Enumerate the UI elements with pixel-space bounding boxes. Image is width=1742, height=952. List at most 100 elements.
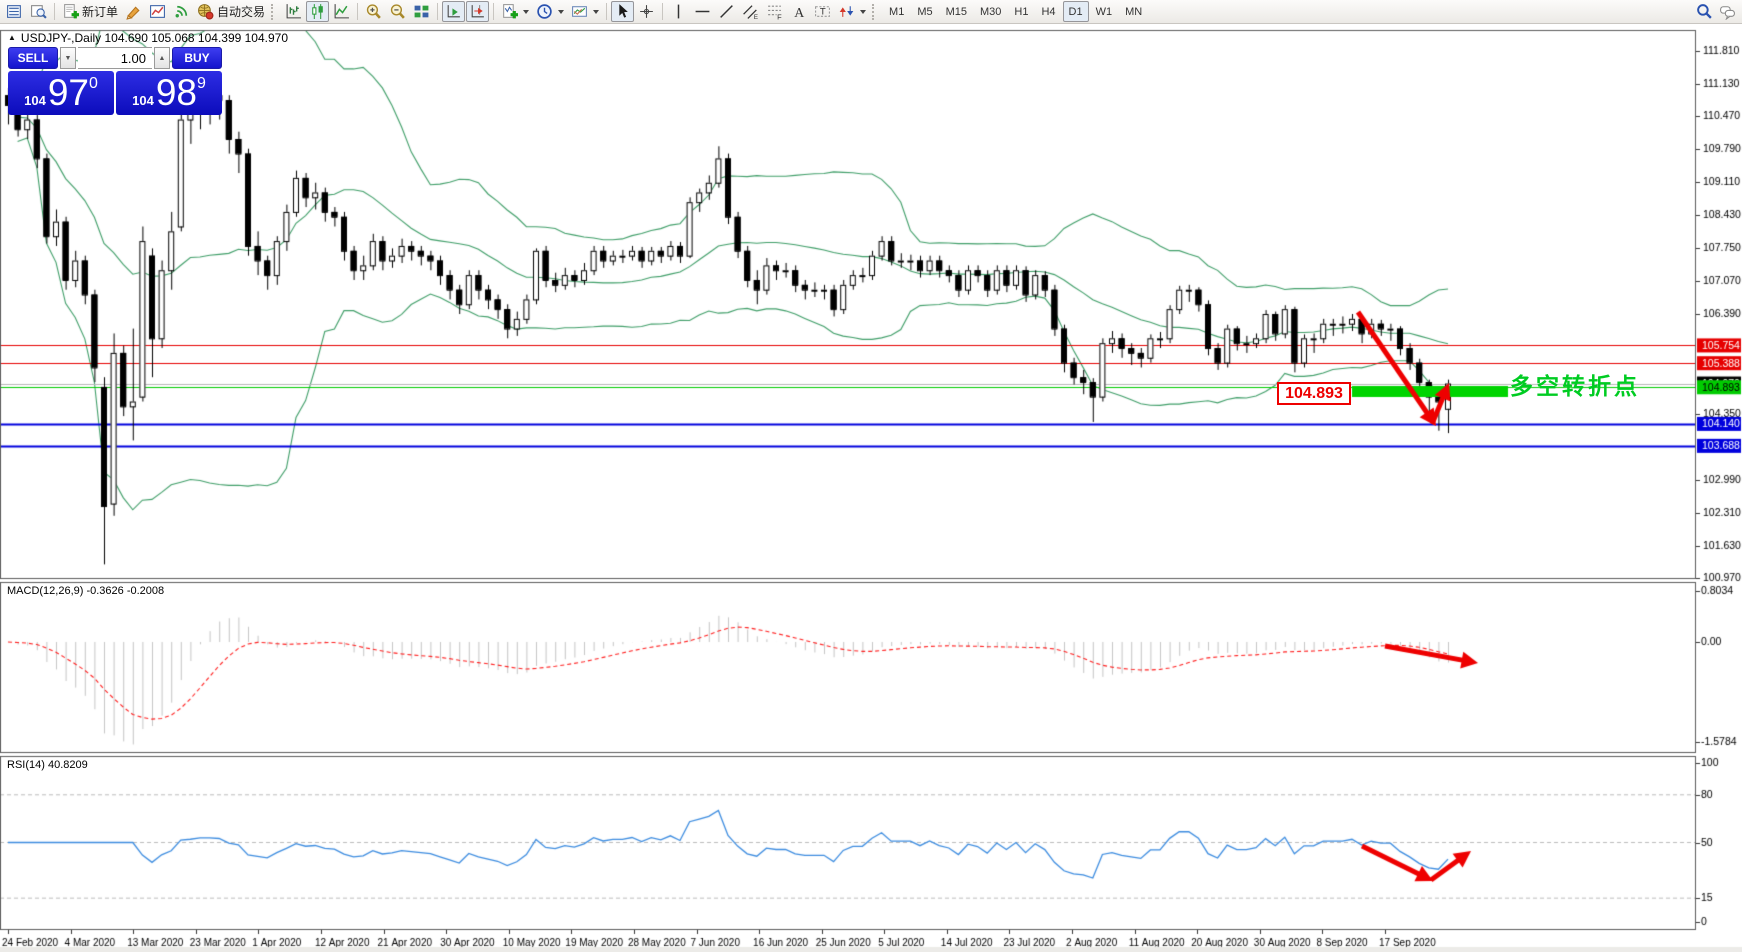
toolbar-separator	[54, 3, 55, 20]
buy-price-button[interactable]: 104 98 9	[116, 71, 222, 115]
indicators-button[interactable]	[498, 1, 532, 22]
signals-button[interactable]	[170, 1, 193, 22]
dropdown-arrow-icon	[558, 10, 564, 14]
turning-point-annotation[interactable]: 多空转折点	[1510, 367, 1640, 401]
vertical-line-button[interactable]	[667, 1, 690, 22]
data-window-icon	[30, 3, 47, 20]
market-watch-icon	[6, 3, 23, 20]
market-watch-button[interactable]	[3, 1, 26, 22]
timeframe-w1-button[interactable]: W1	[1090, 1, 1119, 22]
zoom-in-icon	[365, 3, 382, 20]
toolbar-grip[interactable]	[872, 4, 878, 20]
bid-integer: 104	[24, 93, 46, 108]
one-click-trading-panel: SELL ▼ ▲ BUY 104 97 0 104 98 9	[8, 47, 222, 115]
equidistant-channel-button[interactable]: E	[739, 1, 762, 22]
timeframe-d1-button[interactable]: D1	[1063, 1, 1089, 22]
chart-title-text: USDJPY-,Daily 104.690 105.068 104.399 10…	[21, 31, 288, 45]
timeframe-h4-button[interactable]: H4	[1035, 1, 1061, 22]
search-button[interactable]	[1693, 1, 1716, 22]
svg-text:E: E	[754, 14, 758, 20]
sell-price-button[interactable]: 104 97 0	[8, 71, 114, 115]
dropdown-arrow-icon	[523, 10, 529, 14]
chat-button[interactable]	[1716, 1, 1739, 22]
periods-button[interactable]	[533, 1, 567, 22]
toolbar-separator	[357, 3, 358, 20]
timeframe-m5-button[interactable]: M5	[911, 1, 938, 22]
bar-chart-icon	[285, 3, 302, 20]
trendline-button[interactable]	[715, 1, 738, 22]
line-chart-icon	[333, 3, 350, 20]
rsi-indicator-label: RSI(14) 40.8209	[7, 759, 88, 771]
timeframe-m1-button[interactable]: M1	[883, 1, 910, 22]
equidistant-channel-icon: E	[742, 3, 759, 20]
tile-windows-button[interactable]	[410, 1, 433, 22]
buy-button[interactable]: BUY	[172, 47, 222, 69]
timeframe-h1-button[interactable]: H1	[1008, 1, 1034, 22]
data-window-button[interactable]	[27, 1, 50, 22]
svg-text:F: F	[777, 12, 782, 20]
line-chart-button[interactable]	[330, 1, 353, 22]
autotrading-button[interactable]: 自动交易	[194, 1, 268, 22]
strategy-tester-button[interactable]	[146, 1, 169, 22]
chart-shift-button[interactable]	[466, 1, 489, 22]
volume-input[interactable]	[78, 47, 152, 69]
fibonacci-button[interactable]: F	[763, 1, 786, 22]
horizontal-line-icon	[694, 3, 711, 20]
chart-title: ▲ USDJPY-,Daily 104.690 105.068 104.399 …	[8, 31, 288, 45]
toolbar-separator	[606, 3, 607, 20]
timeframe-m30-button[interactable]: M30	[974, 1, 1007, 22]
crosshair-icon	[638, 3, 655, 20]
candlestick-chart-button[interactable]	[306, 1, 329, 22]
text-label-button[interactable]: T	[811, 1, 834, 22]
text-button[interactable]: A	[787, 1, 810, 22]
chat-icon	[1719, 3, 1736, 20]
vertical-line-icon	[670, 3, 687, 20]
zoom-out-icon	[389, 3, 406, 20]
bid-point: 0	[89, 75, 98, 93]
horizontal-line-button[interactable]	[691, 1, 714, 22]
new-order-button[interactable]: 新订单	[59, 1, 121, 22]
toolbar-grip[interactable]	[271, 4, 277, 20]
templates-button[interactable]	[568, 1, 602, 22]
new-order-icon	[62, 3, 79, 20]
volume-increase-button[interactable]: ▲	[154, 47, 170, 69]
trendline-icon	[718, 3, 735, 20]
toolbar-separator	[437, 3, 438, 20]
price-chart-canvas[interactable]	[0, 24, 1742, 952]
periods-clock-icon	[536, 3, 553, 20]
ask-point: 9	[197, 75, 206, 93]
crosshair-button[interactable]	[635, 1, 658, 22]
zoom-out-button[interactable]	[386, 1, 409, 22]
zoom-in-button[interactable]	[362, 1, 385, 22]
bar-chart-button[interactable]	[282, 1, 305, 22]
indicators-icon	[501, 3, 518, 20]
ask-integer: 104	[132, 93, 154, 108]
text-icon: A	[790, 3, 807, 20]
new-order-label: 新订单	[82, 3, 118, 20]
volume-decrease-button[interactable]: ▼	[60, 47, 76, 69]
crayon-button[interactable]	[122, 1, 145, 22]
dropdown-arrow-icon	[860, 10, 866, 14]
macd-indicator-label: MACD(12,26,9) -0.3626 -0.2008	[7, 585, 164, 597]
svg-text:T: T	[820, 7, 826, 18]
arrows-tool-icon	[838, 3, 855, 20]
candlestick-chart-icon	[309, 3, 326, 20]
dropdown-arrow-icon	[593, 10, 599, 14]
main-toolbar: 新订单 自动交易	[0, 0, 1742, 24]
signals-icon	[173, 3, 190, 20]
autotrading-label: 自动交易	[217, 3, 265, 20]
sell-button[interactable]: SELL	[8, 47, 58, 69]
timeframe-mn-button[interactable]: MN	[1119, 1, 1148, 22]
cursor-icon	[614, 3, 631, 20]
auto-scroll-icon	[445, 3, 462, 20]
price-level-annotation[interactable]: 104.893	[1277, 382, 1351, 405]
cursor-button[interactable]	[611, 1, 634, 22]
bid-pips: 97	[48, 73, 89, 113]
timeframe-m15-button[interactable]: M15	[940, 1, 973, 22]
auto-scroll-button[interactable]	[442, 1, 465, 22]
arrows-tool-button[interactable]	[835, 1, 869, 22]
crayon-icon	[125, 3, 142, 20]
chart-window-icon	[149, 3, 166, 20]
ask-pips: 98	[156, 73, 197, 113]
collapse-panel-icon[interactable]: ▲	[8, 34, 16, 42]
